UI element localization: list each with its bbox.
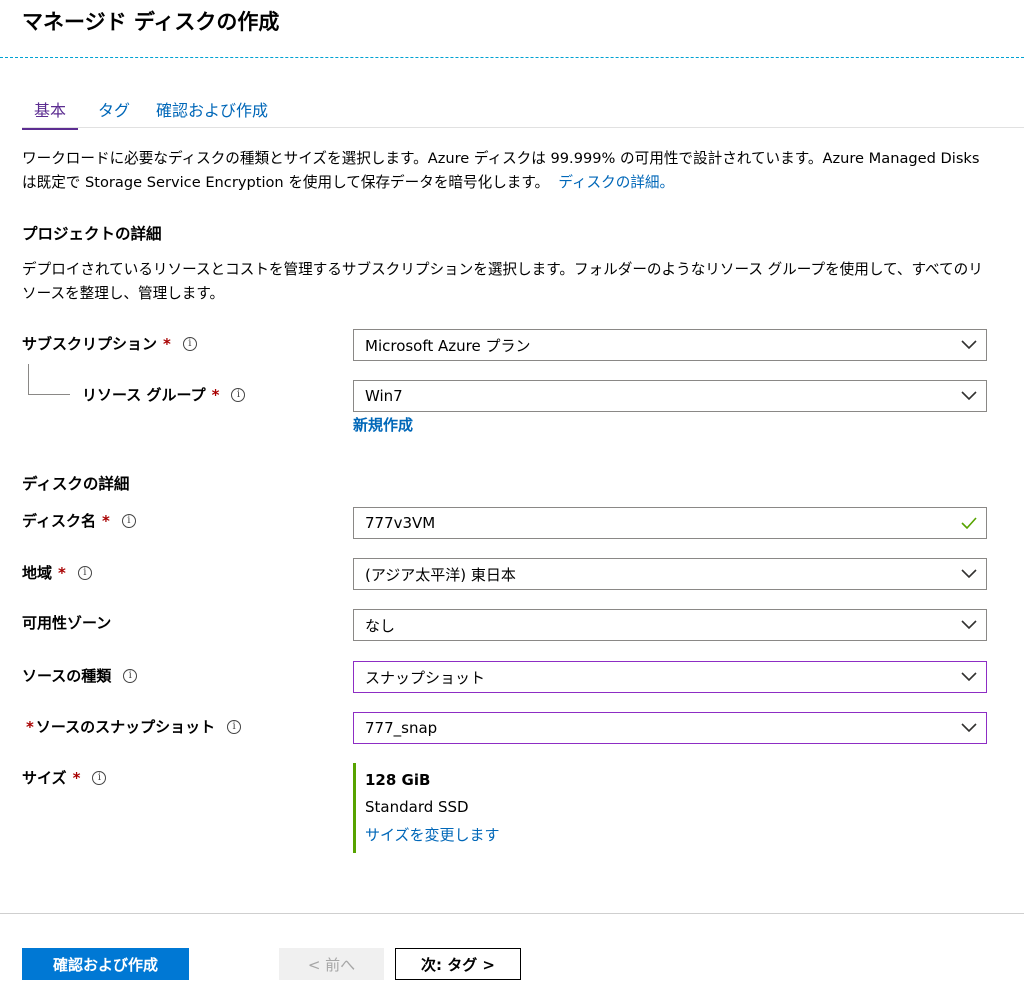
resource-group-label: リソース グループ * i (82, 384, 246, 405)
required-marker: * (26, 717, 34, 736)
tree-connector-horizontal (28, 394, 70, 395)
region-label-text: 地域 (22, 564, 53, 582)
required-marker: * (211, 385, 220, 404)
create-new-resource-group-link[interactable]: 新規作成 (353, 414, 413, 435)
disk-details-link[interactable]: ディスクの詳細。 (558, 174, 674, 191)
source-snapshot-select[interactable]: 777_snap (353, 712, 987, 744)
required-marker: * (72, 768, 81, 787)
tab-basics[interactable]: 基本 (22, 97, 79, 130)
next-tags-button[interactable]: 次: タグ > (395, 948, 521, 980)
size-label: サイズ * i (22, 767, 107, 788)
size-label-text: サイズ (22, 769, 67, 787)
subscription-label-text: サブスクリプション (22, 335, 158, 353)
change-size-link[interactable]: サイズを変更します (365, 824, 500, 845)
info-icon[interactable]: i (121, 513, 136, 528)
subscription-select[interactable]: Microsoft Azure プラン (353, 329, 987, 361)
resource-group-value: Win7 (365, 387, 403, 405)
resource-group-label-text: リソース グループ (82, 386, 206, 404)
region-select[interactable]: (アジア太平洋) 東日本 (353, 558, 987, 590)
chevron-down-icon (952, 559, 986, 589)
source-snapshot-label-text: ソースのスナップショット (35, 718, 216, 736)
resource-group-select[interactable]: Win7 (353, 380, 987, 412)
tab-review-create[interactable]: 確認および作成 (156, 97, 268, 127)
info-icon[interactable]: i (92, 770, 107, 785)
disk-name-input[interactable]: 777v3VM (353, 507, 987, 539)
source-type-label: ソースの種類 i (22, 665, 138, 686)
page-title: マネージド ディスクの作成 (22, 10, 280, 34)
chevron-down-icon (952, 713, 986, 743)
intro-text: ワークロードに必要なディスクの種類とサイズを選択します。Azure ディスクは … (22, 150, 980, 191)
disk-name-label: ディスク名 * i (22, 510, 136, 531)
info-icon[interactable]: i (231, 387, 246, 402)
info-icon[interactable]: i (182, 336, 197, 351)
disk-details-heading: ディスクの詳細 (22, 475, 130, 493)
project-description: デプロイされているリソースとコストを管理するサブスクリプションを選択します。フォ… (22, 261, 983, 302)
review-create-button[interactable]: 確認および作成 (22, 948, 189, 980)
region-label: 地域 * i (22, 562, 92, 583)
chevron-down-icon (952, 662, 986, 692)
required-marker: * (58, 563, 66, 582)
info-icon[interactable]: i (77, 565, 92, 580)
subscription-label: サブスクリプション * i (22, 333, 197, 354)
project-details-heading: プロジェクトの詳細 (22, 225, 162, 243)
chevron-down-icon (952, 330, 986, 360)
size-value: 128 GiB (365, 771, 431, 789)
disk-name-label-text: ディスク名 (22, 512, 96, 530)
region-value: (アジア太平洋) 東日本 (365, 565, 516, 584)
header-divider (0, 57, 1024, 58)
chevron-down-icon (952, 610, 986, 640)
source-type-label-text: ソースの種類 (22, 667, 112, 685)
source-snapshot-value: 777_snap (365, 719, 438, 737)
disk-name-value: 777v3VM (365, 514, 436, 532)
source-snapshot-label: * ソースのスナップショット i (26, 716, 242, 737)
subscription-value: Microsoft Azure プラン (365, 336, 531, 355)
availability-zone-label: 可用性ゾーン (22, 612, 111, 633)
chevron-down-icon (952, 381, 986, 411)
source-type-value: スナップショット (365, 668, 486, 687)
tabs-divider (22, 127, 1024, 128)
availability-zone-select[interactable]: なし (353, 609, 987, 641)
previous-button[interactable]: < 前へ (279, 948, 384, 980)
availability-zone-label-text: 可用性ゾーン (22, 614, 112, 632)
footer-divider (0, 913, 1024, 914)
required-marker: * (101, 511, 110, 530)
availability-zone-value: なし (365, 616, 396, 635)
size-type: Standard SSD (365, 798, 469, 816)
info-icon[interactable]: i (123, 668, 138, 683)
tree-connector-vertical (28, 364, 29, 394)
checkmark-icon (952, 508, 986, 538)
source-type-select[interactable]: スナップショット (353, 661, 987, 693)
info-icon[interactable]: i (227, 719, 242, 734)
intro-paragraph: ワークロードに必要なディスクの種類とサイズを選択します。Azure ディスクは … (22, 147, 997, 195)
tab-tags[interactable]: タグ (98, 97, 130, 127)
required-marker: * (163, 334, 171, 353)
